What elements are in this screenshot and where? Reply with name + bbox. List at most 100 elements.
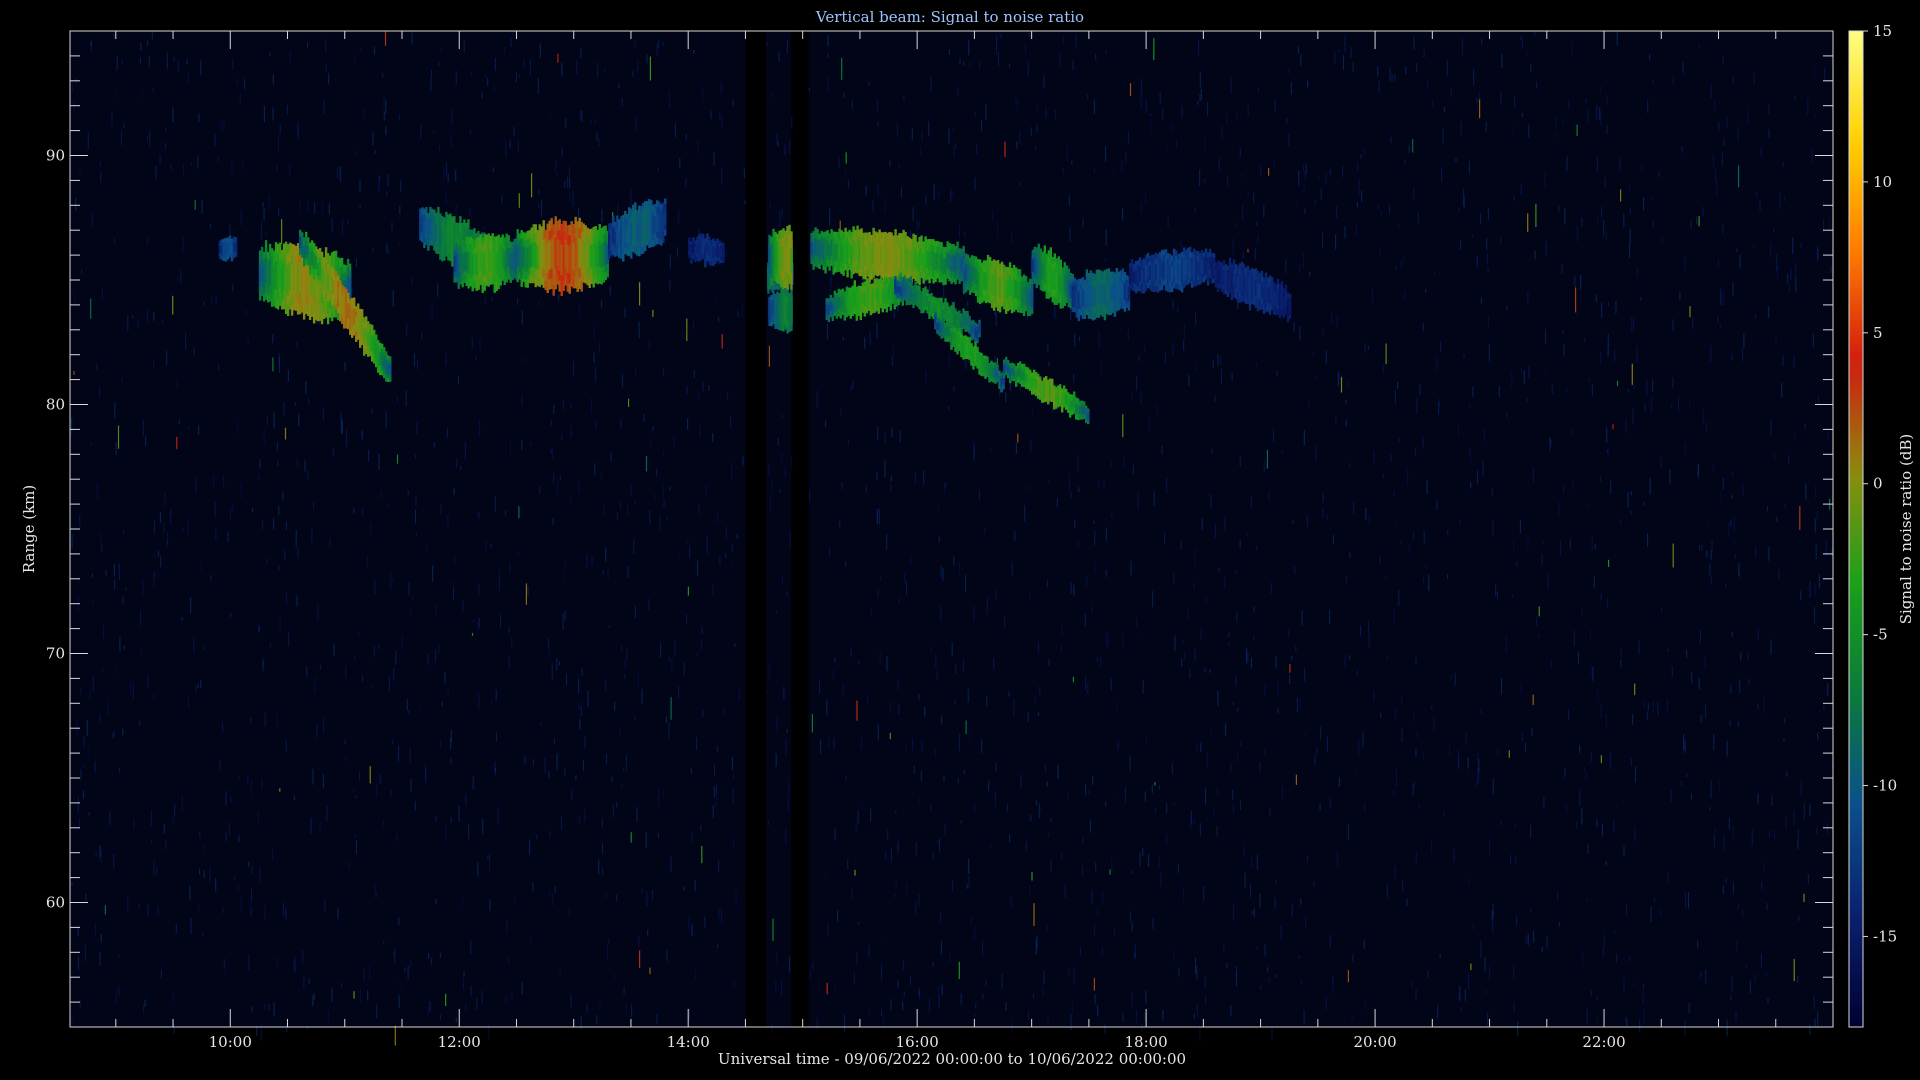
noise-speck (416, 359, 419, 370)
noise-speck (1303, 678, 1305, 683)
noise-speck (830, 278, 832, 292)
noise-speck (115, 93, 117, 98)
noise-speck (1754, 974, 1756, 983)
noise-speck (89, 687, 91, 701)
noise-speck (354, 654, 356, 661)
noise-speck (1150, 118, 1152, 134)
noise-speck (1148, 854, 1150, 867)
noise-speck (346, 430, 348, 447)
noise-speck (1017, 433, 1019, 443)
noise-speck (742, 456, 744, 465)
noise-speck (1044, 763, 1046, 774)
noise-speck (1364, 803, 1366, 812)
noise-speck (1480, 297, 1482, 304)
y-tick-label: 60 (46, 894, 65, 912)
noise-speck (965, 574, 967, 592)
noise-speck (511, 992, 513, 1000)
noise-speck (91, 573, 94, 578)
noise-speck (273, 518, 275, 530)
noise-speck (687, 586, 689, 596)
noise-speck (700, 824, 702, 832)
noise-speck (386, 191, 388, 197)
echo-cell (790, 248, 793, 273)
noise-speck (396, 454, 399, 464)
noise-speck (1616, 31, 1618, 46)
noise-speck (768, 821, 770, 826)
noise-speck (663, 790, 665, 798)
noise-speck (1468, 161, 1470, 174)
noise-speck (1070, 582, 1072, 595)
noise-speck (1603, 934, 1605, 949)
noise-speck (1538, 634, 1540, 638)
noise-speck (938, 994, 940, 1008)
noise-speck (617, 203, 619, 216)
noise-speck (303, 976, 305, 989)
noise-speck (571, 790, 573, 800)
noise-speck (784, 145, 786, 155)
noise-speck (408, 710, 410, 714)
noise-speck (100, 849, 102, 863)
noise-speck (1246, 647, 1248, 664)
noise-speck (441, 701, 443, 707)
noise-speck (1632, 408, 1634, 424)
noise-speck (1625, 418, 1627, 434)
noise-speck (879, 651, 881, 665)
x-tick-label: 18:00 (1124, 1033, 1167, 1051)
noise-speck (559, 475, 561, 481)
noise-speck (624, 307, 626, 318)
noise-speck (1616, 380, 1619, 387)
noise-speck (1325, 996, 1327, 1010)
noise-speck (1455, 158, 1457, 163)
noise-speck (1131, 869, 1134, 874)
noise-speck (808, 88, 810, 92)
noise-speck (1596, 1018, 1598, 1024)
noise-speck (1000, 33, 1002, 39)
noise-speck (198, 904, 200, 911)
noise-speck (1760, 953, 1762, 968)
noise-speck (146, 310, 148, 323)
noise-speck (1817, 248, 1819, 259)
noise-speck (1720, 288, 1722, 306)
noise-speck (1114, 927, 1116, 937)
noise-speck (845, 152, 847, 164)
noise-speck (1388, 205, 1391, 215)
noise-speck (554, 886, 556, 894)
noise-speck (142, 581, 144, 597)
noise-speck (1306, 855, 1308, 862)
noise-speck (1253, 606, 1255, 613)
noise-speck (260, 222, 262, 239)
noise-speck (1299, 699, 1301, 711)
noise-speck (1732, 826, 1734, 841)
noise-speck (1732, 281, 1734, 296)
noise-speck (1479, 213, 1482, 225)
noise-speck (950, 188, 952, 202)
noise-speck (1460, 121, 1462, 135)
noise-speck (1756, 191, 1758, 198)
noise-speck (1347, 823, 1349, 841)
noise-speck (1613, 819, 1615, 833)
noise-speck (986, 597, 988, 615)
noise-speck (1415, 852, 1417, 865)
noise-speck (262, 660, 264, 667)
noise-speck (1585, 99, 1587, 104)
noise-speck (1830, 266, 1832, 273)
noise-speck (1647, 100, 1649, 113)
noise-speck (278, 356, 281, 374)
noise-speck (165, 127, 167, 131)
noise-speck (111, 111, 113, 127)
noise-speck (719, 556, 721, 566)
echo-cell (1030, 289, 1034, 304)
noise-speck (645, 831, 647, 849)
noise-speck (1476, 779, 1478, 788)
noise-speck (1072, 59, 1074, 70)
noise-speck (1554, 134, 1556, 138)
noise-speck (1782, 355, 1784, 366)
noise-speck (1672, 77, 1674, 86)
noise-speck (880, 964, 883, 981)
noise-speck (1116, 700, 1118, 713)
noise-speck (1235, 675, 1237, 686)
noise-speck (1342, 166, 1344, 178)
noise-speck (668, 722, 670, 739)
noise-speck (1275, 973, 1277, 978)
noise-speck (778, 51, 780, 63)
